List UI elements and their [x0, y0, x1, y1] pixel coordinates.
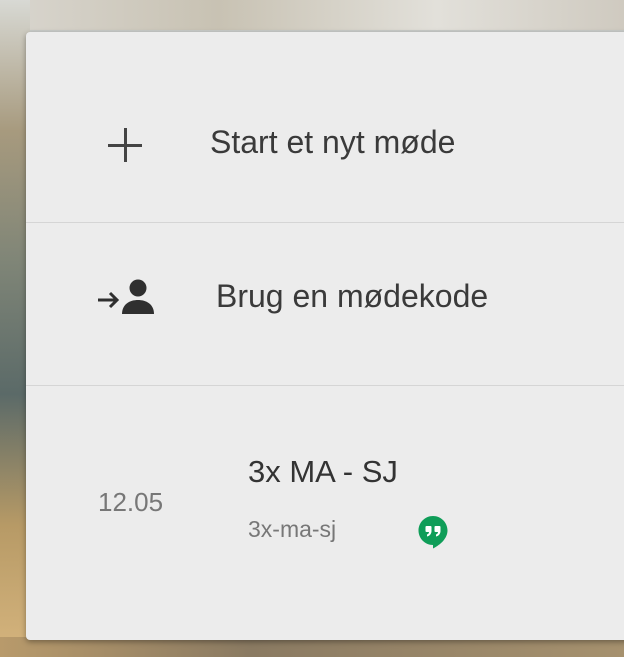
- meeting-title: 3x MA - SJ: [248, 454, 398, 489]
- meeting-time: 12.05: [98, 487, 164, 517]
- join-person-arrow-icon: [96, 278, 158, 318]
- use-meeting-code-label: Brug en mødekode: [216, 278, 489, 314]
- hangouts-icon: [417, 515, 449, 549]
- use-meeting-code-item[interactable]: Brug en mødekode: [26, 223, 624, 386]
- plus-icon: [108, 128, 142, 162]
- wallpaper-bottom: [0, 637, 624, 657]
- meeting-code: 3x-ma-sj: [248, 516, 337, 542]
- start-new-meeting-item[interactable]: Start et nyt møde: [26, 32, 624, 223]
- wallpaper-top: [0, 0, 624, 30]
- start-new-meeting-label: Start et nyt møde: [210, 124, 456, 160]
- meeting-list-item[interactable]: 12.05 3x MA - SJ 3x-ma-sj: [26, 386, 624, 586]
- meet-menu-card: Start et nyt møde Brug en mødekode 12.05…: [26, 32, 624, 640]
